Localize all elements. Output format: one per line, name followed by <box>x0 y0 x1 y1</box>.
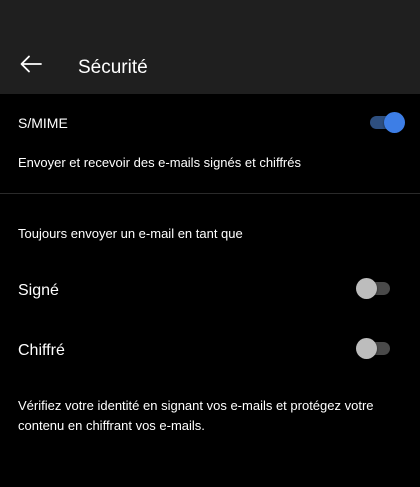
page-title: Sécurité <box>78 57 148 78</box>
smime-description: Envoyer et recevoir des e-mails signés e… <box>18 155 301 170</box>
arrow-left-icon <box>20 55 42 73</box>
footer-description: Vérifiez votre identité en signant vos e… <box>18 398 374 433</box>
back-button[interactable] <box>14 47 48 81</box>
toggle-thumb <box>356 338 377 359</box>
smime-label: S/MIME <box>18 115 68 131</box>
always-send-title: Toujours envoyer un e-mail en tant que <box>18 226 243 241</box>
toggle-thumb <box>384 112 405 133</box>
app-bar: Sécurité <box>0 0 420 94</box>
encrypted-label: Chiffré <box>18 342 65 359</box>
encrypted-toggle[interactable] <box>356 338 392 359</box>
section-divider <box>0 193 420 194</box>
signed-toggle[interactable] <box>356 278 392 299</box>
toggle-thumb <box>356 278 377 299</box>
smime-toggle[interactable] <box>366 112 405 133</box>
signed-label: Signé <box>18 282 59 299</box>
